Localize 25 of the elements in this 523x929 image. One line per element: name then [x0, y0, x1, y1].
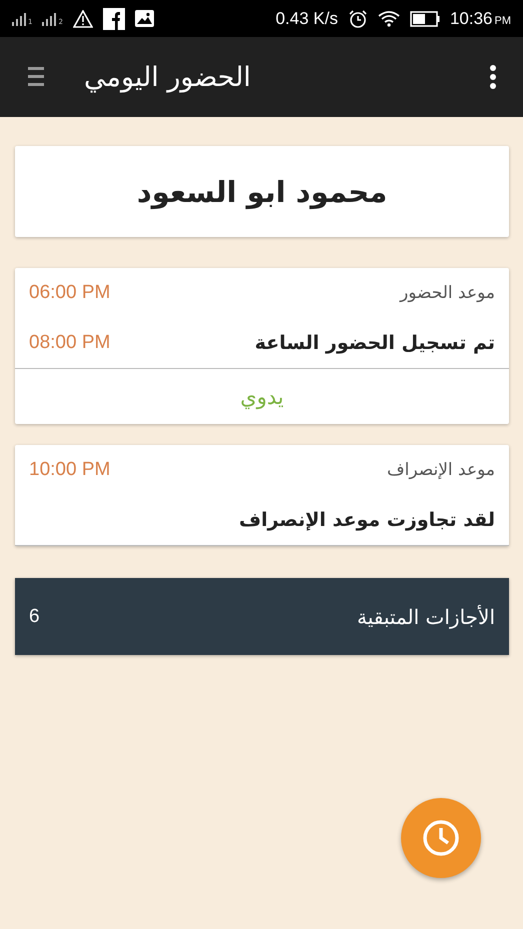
leave-count: 6 [29, 606, 40, 628]
alarm-icon [348, 8, 368, 28]
departure-message: لقد تجاوزت موعد الإنصراف [239, 509, 495, 531]
facebook-icon [102, 8, 125, 30]
signal-icon [12, 12, 28, 26]
image-icon [134, 10, 154, 27]
wifi-icon [378, 10, 400, 28]
scheduled-time: 06:00 PM [29, 282, 110, 304]
attendance-message: تم تسجيل الحضور الساعة [254, 332, 495, 354]
signal-icon [42, 12, 58, 26]
clock-icon [421, 818, 461, 858]
app-title: الحضور اليومي [84, 62, 251, 92]
recorded-time: 08:00 PM [29, 332, 110, 354]
warning-icon [72, 10, 93, 28]
more-options-icon[interactable] [489, 64, 497, 90]
network-speed: 0.43 K/s [276, 8, 338, 28]
clock: 10:36 PM [450, 8, 511, 28]
attendance-label: موعد الحضور [400, 283, 495, 303]
battery-icon [410, 10, 440, 26]
leave-label: الأجازات المتبقية [357, 604, 495, 628]
attendance-method: يدوي [240, 384, 284, 408]
menu-icon[interactable] [28, 65, 44, 89]
employee-name: محمود ابو السعود [136, 174, 388, 208]
scheduled-time: 10:00 PM [29, 459, 110, 481]
departure-label: موعد الإنصراف [387, 460, 495, 480]
